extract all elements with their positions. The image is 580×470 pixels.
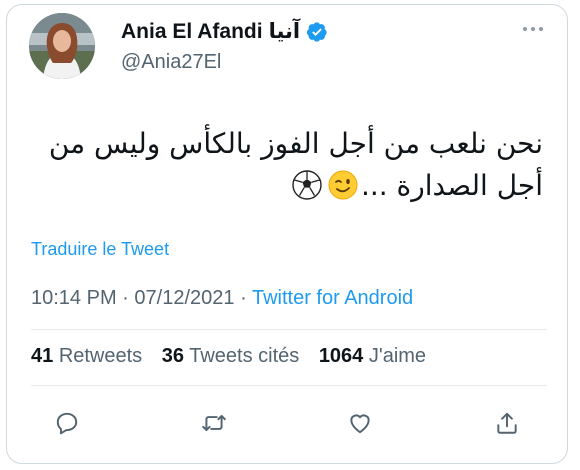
more-horizontal-icon[interactable]: [519, 19, 547, 39]
tweet-text: نحن نلعب من أجل الفوز بالكأس وليس من أجل…: [33, 123, 543, 207]
winking-face-emoji: [328, 170, 358, 200]
likes-stat[interactable]: 1064 J'aime: [319, 345, 426, 367]
retweets-stat[interactable]: 41 Retweets: [31, 345, 142, 367]
tweet-text-line-2: أجل الصدارة ...: [360, 169, 543, 202]
verified-badge-icon: [306, 21, 328, 43]
tweet-time[interactable]: 10:14 PM: [31, 287, 117, 309]
retweet-icon: [201, 414, 226, 432]
tweet-stats: 41 Retweets 36 Tweets cités 1064 J'aime: [31, 345, 426, 368]
tweet-meta: 10:14 PM · 07/12/2021 · Twitter for Andr…: [31, 287, 413, 310]
quotes-count: 36: [161, 345, 184, 367]
author-handle[interactable]: @Ania27El: [121, 51, 221, 74]
quotes-label: Tweets cités: [189, 345, 300, 367]
like-button[interactable]: [340, 403, 380, 443]
author-name-row[interactable]: Ania El Afandi آنيا: [121, 19, 328, 44]
retweets-count: 41: [31, 345, 54, 367]
tweet-date[interactable]: 07/12/2021: [134, 287, 234, 309]
tweet-source-link[interactable]: Twitter for Android: [252, 287, 413, 309]
meta-separator-1: ·: [122, 287, 129, 309]
share-button[interactable]: [487, 403, 527, 443]
author-name-latin[interactable]: Ania El Afandi: [121, 20, 263, 44]
tweet-text-line-1: نحن نلعب من أجل الفوز بالكأس وليس من: [48, 127, 543, 160]
tweet-actions: [47, 403, 527, 443]
divider: [31, 385, 547, 386]
heart-icon: [350, 414, 370, 434]
retweet-button[interactable]: [194, 403, 234, 443]
reply-icon: [56, 412, 78, 435]
likes-label: J'aime: [368, 345, 427, 367]
tweet-text-line-2-wrap: أجل الصدارة ...: [33, 165, 543, 207]
quotes-stat[interactable]: 36 Tweets cités: [162, 345, 300, 367]
author-name-arabic[interactable]: آنيا: [269, 19, 301, 44]
retweets-label: Retweets: [58, 345, 143, 367]
avatar[interactable]: [29, 13, 95, 79]
meta-separator-2: ·: [240, 287, 247, 309]
likes-count: 1064: [318, 345, 364, 367]
reply-button[interactable]: [47, 403, 87, 443]
translate-tweet-link[interactable]: Traduire le Tweet: [31, 239, 169, 260]
share-icon: [497, 412, 517, 434]
tweet-card: Ania El Afandi آنيا @Ania27El نحن نلعب م…: [6, 4, 568, 464]
divider: [31, 329, 547, 330]
soccer-ball-emoji: [292, 170, 322, 200]
